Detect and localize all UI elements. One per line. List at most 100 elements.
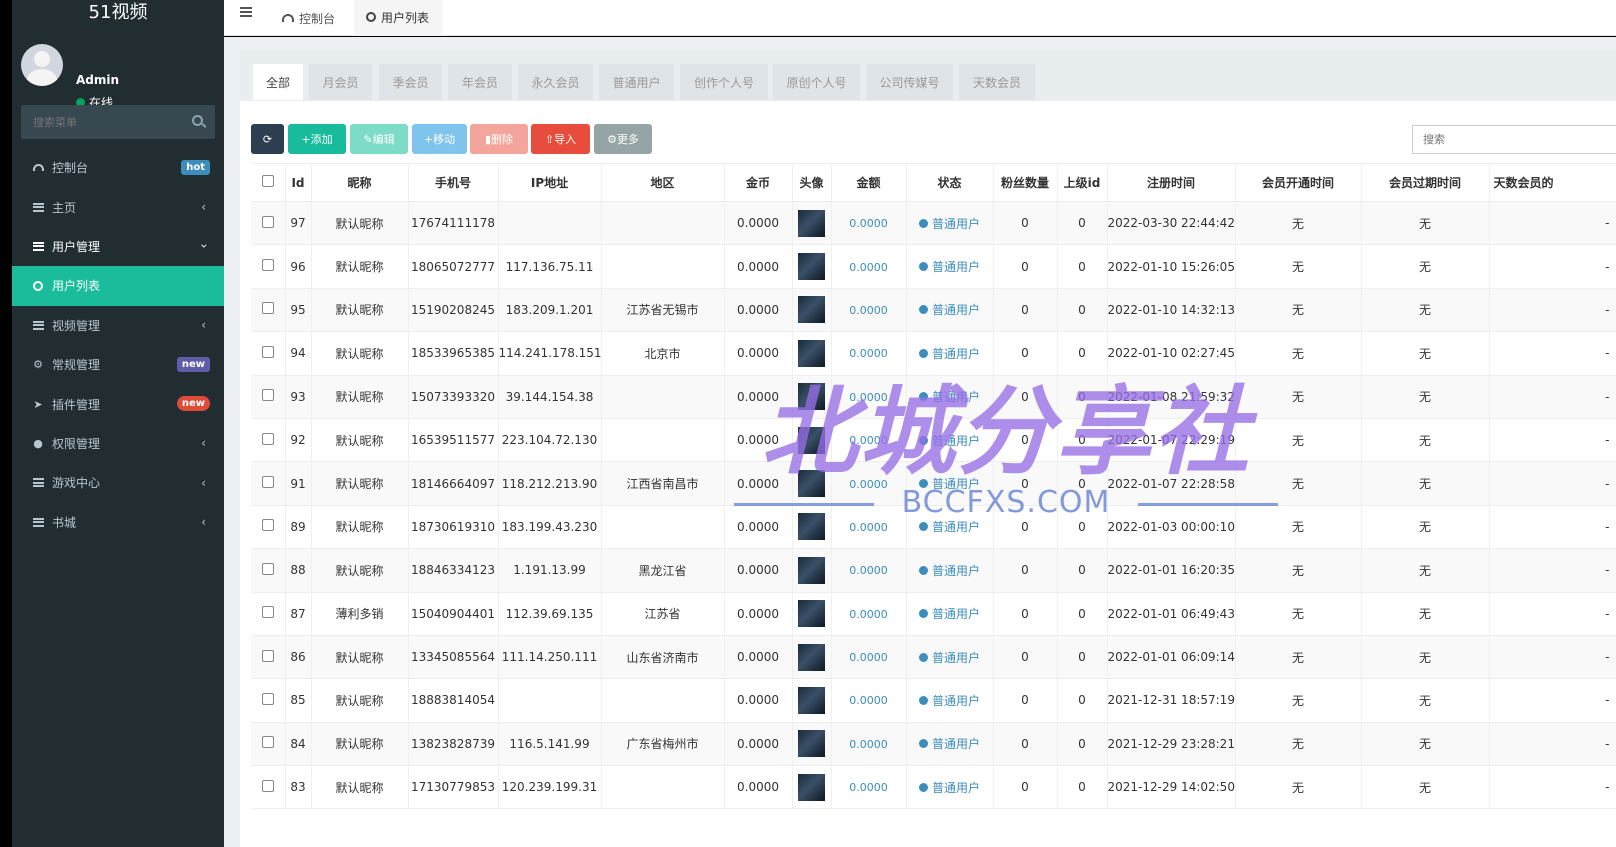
row-checkbox[interactable] xyxy=(261,736,274,749)
edit-button[interactable]: ✎ 编辑 xyxy=(350,124,408,154)
sidebar-item-game-center[interactable]: 游戏中心 ‹ xyxy=(12,463,224,502)
avatar-thumbnail[interactable] xyxy=(798,426,825,454)
status-badge[interactable]: 普通用户 xyxy=(918,388,980,405)
amount-link[interactable]: 0.0000 xyxy=(849,608,888,621)
filter-tab-original[interactable]: 原创个人号 xyxy=(773,64,860,100)
avatar-thumbnail[interactable] xyxy=(798,470,825,498)
sidebar-item-permission-management[interactable]: ● 权限管理 ‹ xyxy=(12,424,224,463)
row-checkbox[interactable] xyxy=(261,519,274,532)
delete-button[interactable]: ▮ 删除 xyxy=(470,124,528,154)
sidebar-item-plugin-management[interactable]: ➤ 插件管理 new xyxy=(12,384,224,423)
row-checkbox[interactable] xyxy=(261,779,274,792)
avatar-thumbnail[interactable] xyxy=(798,600,825,628)
filter-tab-yearly[interactable]: 年会员 xyxy=(448,64,512,100)
avatar-thumbnail[interactable] xyxy=(798,296,825,324)
amount-link[interactable]: 0.0000 xyxy=(849,651,888,664)
filter-tab-all[interactable]: 全部 xyxy=(253,64,303,100)
table-row[interactable]: 83 默认昵称 17130779853 120.239.199.31 0.0000 0.0… xyxy=(251,765,1616,810)
row-checkbox[interactable] xyxy=(261,606,274,619)
column-header[interactable]: 会员过期时间 xyxy=(1361,163,1490,202)
sidebar-item-home[interactable]: 主页 ‹ xyxy=(12,187,224,226)
filter-tab-lifetime[interactable]: 永久会员 xyxy=(518,64,593,100)
avatar-thumbnail[interactable] xyxy=(798,773,825,801)
table-row[interactable]: 84 默认昵称 13823828739 116.5.141.99 广东省梅州市 0.000… xyxy=(251,722,1616,767)
row-checkbox[interactable] xyxy=(261,649,274,662)
status-badge[interactable]: 普通用户 xyxy=(918,301,980,318)
column-header[interactable]: 手机号 xyxy=(408,163,499,202)
avatar-thumbnail[interactable] xyxy=(798,383,825,411)
tab-user-list[interactable]: 用户列表 xyxy=(354,0,442,36)
row-checkbox[interactable] xyxy=(261,692,274,705)
amount-link[interactable]: 0.0000 xyxy=(849,781,888,794)
move-button[interactable]: +移动 xyxy=(412,124,467,154)
status-badge[interactable]: 普通用户 xyxy=(918,475,980,492)
status-badge[interactable]: 普通用户 xyxy=(918,605,980,622)
column-header[interactable]: 昵称 xyxy=(311,163,409,202)
column-header[interactable]: 上级id xyxy=(1057,163,1108,202)
avatar-thumbnail[interactable] xyxy=(798,513,825,541)
add-button[interactable]: +添加 xyxy=(288,124,346,154)
amount-link[interactable]: 0.0000 xyxy=(849,478,888,491)
select-all-checkbox[interactable] xyxy=(261,175,274,187)
column-header[interactable]: 注册时间 xyxy=(1107,163,1236,202)
table-row[interactable]: 97 默认昵称 17674111178 0.0000 0.0000 普通用户 0 0 2022-… xyxy=(251,201,1616,246)
filter-tab-days[interactable]: 天数会员 xyxy=(959,64,1035,100)
row-checkbox[interactable] xyxy=(261,259,274,272)
row-checkbox[interactable] xyxy=(261,345,274,358)
status-badge[interactable]: 普通用户 xyxy=(918,692,980,709)
table-row[interactable]: 85 默认昵称 18883814054 0.0000 0.0000 普通用户 0 0 2021-… xyxy=(251,678,1616,723)
row-checkbox[interactable] xyxy=(261,432,274,445)
refresh-button[interactable]: ⟳ xyxy=(251,124,284,154)
table-row[interactable]: 92 默认昵称 16539511577 223.104.72.130 0.0000 0.0… xyxy=(251,418,1616,463)
column-header[interactable]: 头像 xyxy=(792,163,832,202)
column-header[interactable]: IP地址 xyxy=(498,163,602,202)
table-row[interactable]: 89 默认昵称 18730619310 183.199.43.230 0.0000 0.0… xyxy=(251,505,1616,550)
table-row[interactable]: 86 默认昵称 13345085564 111.14.250.111 山东省济南市 0.0… xyxy=(251,635,1616,680)
status-badge[interactable]: 普通用户 xyxy=(918,735,980,752)
table-row[interactable]: 94 默认昵称 18533965385 114.241.178.151 北京市 0.000… xyxy=(251,331,1616,376)
sidebar-item-general-management[interactable]: ⚙ 常规管理 new xyxy=(12,345,224,384)
app-logo[interactable]: 51视频 xyxy=(12,0,224,26)
amount-link[interactable]: 0.0000 xyxy=(849,564,888,577)
import-button[interactable]: ⇧ 导入 xyxy=(531,124,590,154)
amount-link[interactable]: 0.0000 xyxy=(849,738,888,751)
table-row[interactable]: 88 默认昵称 18846334123 1.191.13.99 黑龙江省 0.0000 0.… xyxy=(251,548,1616,593)
amount-link[interactable]: 0.0000 xyxy=(849,304,888,317)
status-badge[interactable]: 普通用户 xyxy=(918,258,980,275)
status-badge[interactable]: 普通用户 xyxy=(918,562,980,579)
avatar-thumbnail[interactable] xyxy=(798,730,825,758)
table-search-input[interactable] xyxy=(1412,125,1616,154)
avatar-thumbnail[interactable] xyxy=(798,209,825,237)
row-checkbox[interactable] xyxy=(261,476,274,489)
avatar-thumbnail[interactable] xyxy=(798,339,825,367)
filter-tab-quarterly[interactable]: 季会员 xyxy=(379,64,442,100)
filter-tab-normal[interactable]: 普通用户 xyxy=(599,64,674,100)
amount-link[interactable]: 0.0000 xyxy=(849,261,888,274)
column-header[interactable]: 状态 xyxy=(906,163,994,202)
status-badge[interactable]: 普通用户 xyxy=(918,432,980,449)
filter-tab-company[interactable]: 公司传媒号 xyxy=(866,64,953,100)
status-badge[interactable]: 普通用户 xyxy=(918,215,980,232)
avatar-thumbnail[interactable] xyxy=(798,253,825,281)
column-header[interactable]: 金币 xyxy=(724,163,793,202)
search-icon[interactable] xyxy=(192,115,203,126)
column-header[interactable]: 会员开通时间 xyxy=(1235,163,1362,202)
sidebar-item-user-list[interactable]: 用户列表 xyxy=(12,266,224,306)
amount-link[interactable]: 0.0000 xyxy=(849,694,888,707)
amount-link[interactable]: 0.0000 xyxy=(849,391,888,404)
amount-link[interactable]: 0.0000 xyxy=(849,217,888,230)
filter-tab-monthly[interactable]: 月会员 xyxy=(309,64,372,100)
table-row[interactable]: 95 默认昵称 15190208245 183.209.1.201 江苏省无锡市 0.00… xyxy=(251,288,1616,333)
status-badge[interactable]: 普通用户 xyxy=(918,779,980,796)
amount-link[interactable]: 0.0000 xyxy=(849,347,888,360)
status-badge[interactable]: 普通用户 xyxy=(918,518,980,535)
avatar-thumbnail[interactable] xyxy=(798,643,825,671)
amount-link[interactable]: 0.0000 xyxy=(849,521,888,534)
tab-dashboard[interactable]: 控制台 xyxy=(270,0,347,36)
table-row[interactable]: 87 薄利多销 15040904401 112.39.69.135 江苏省 0.0000 0… xyxy=(251,592,1616,636)
row-checkbox[interactable] xyxy=(261,302,274,315)
table-row[interactable]: 93 默认昵称 15073393320 39.144.154.38 0.0000 0.00… xyxy=(251,375,1616,419)
sidebar-search-input[interactable] xyxy=(21,105,181,139)
sidebar-item-dashboard[interactable]: 控制台 hot xyxy=(12,148,224,187)
column-header[interactable]: 金额 xyxy=(831,163,907,202)
